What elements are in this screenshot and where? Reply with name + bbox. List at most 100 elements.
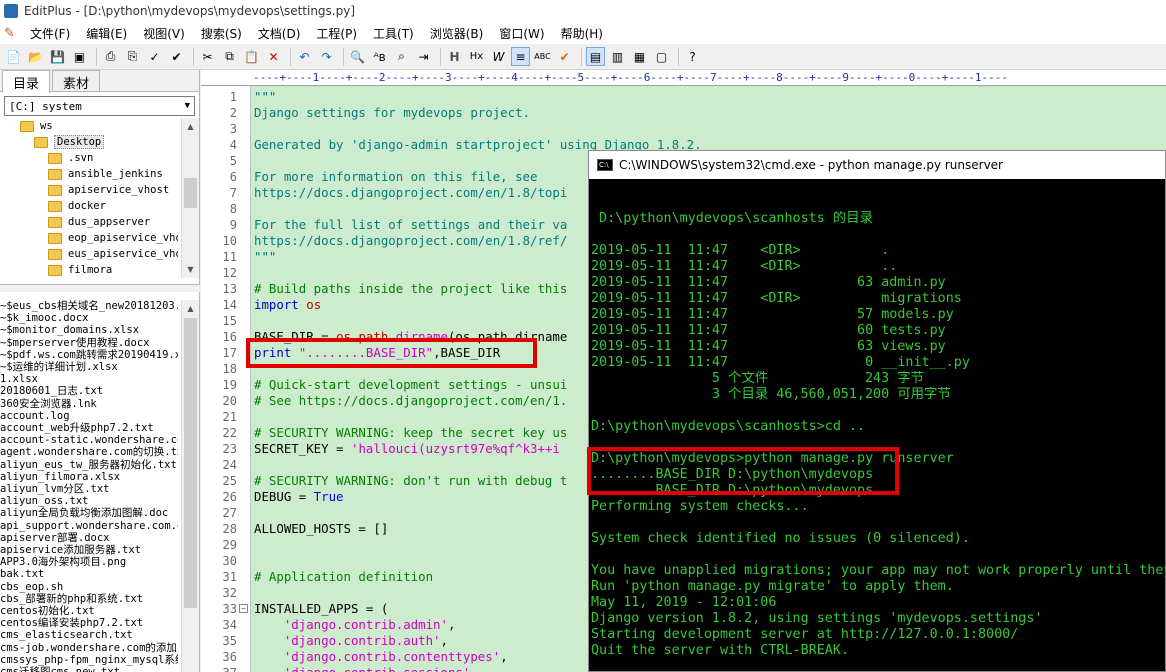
drive-dropdown[interactable]: [C:] system ▼ [4, 96, 195, 116]
tree-item[interactable]: dus_appserver [0, 214, 178, 230]
fold-toggle-icon[interactable]: − [239, 604, 248, 613]
paste-icon[interactable]: 📋 [242, 47, 261, 66]
panel-splitter[interactable] [0, 284, 200, 292]
find-in-files-icon[interactable]: ⌕ [392, 47, 411, 66]
file-list-item[interactable]: aliyun_eus_tw_服务器初始化.txt [0, 459, 178, 471]
menu-help[interactable]: 帮助(H) [553, 25, 611, 42]
file-list-item[interactable]: api_support.wondershare.com.ol [0, 520, 178, 532]
help-icon[interactable]: ? [683, 47, 702, 66]
menu-document[interactable]: 文档(D) [250, 25, 309, 42]
tree-item[interactable]: .svn [0, 150, 178, 166]
cmd-title-bar[interactable]: C:\ C:\WINDOWS\system32\cmd.exe - python… [589, 151, 1165, 179]
file-list-item[interactable]: ~$eus_cbs相关域名_new20181203. [0, 300, 178, 312]
menu-project[interactable]: 工程(P) [308, 25, 365, 42]
file-list-item[interactable]: cms-job.wondershare.com的添加 [0, 642, 178, 654]
output-window-icon[interactable]: ▦ [630, 47, 649, 66]
scroll-up-icon[interactable]: ▲ [182, 300, 199, 317]
tab-cliptext[interactable]: 素材 [52, 70, 101, 92]
tab-directory[interactable]: 目录 [2, 70, 51, 93]
file-list-item[interactable]: account_web升级php7.2.txt [0, 422, 178, 434]
tree-item[interactable]: filmora [0, 262, 178, 278]
scroll-down-icon[interactable]: ▼ [182, 261, 199, 278]
tree-item[interactable]: Desktop [0, 134, 178, 150]
directory-window-icon[interactable]: ▤ [586, 47, 605, 66]
goto-line-icon[interactable]: ⇥ [414, 47, 433, 66]
file-list-item[interactable]: ~$运维的详细计划.xlsx [0, 361, 178, 373]
file-list-item[interactable]: apiserver部署.docx [0, 532, 178, 544]
replace-icon[interactable]: ᴬʙ [370, 47, 389, 66]
tree-item[interactable]: eop_apiservice_vhost. [0, 230, 178, 246]
scroll-thumb[interactable] [184, 178, 197, 208]
spell-check-icon[interactable]: ✓ [145, 47, 164, 66]
file-list-item[interactable]: aliyun全局负载均衡添加图解.doc [0, 507, 178, 519]
check-icon[interactable]: ✔ [555, 47, 574, 66]
file-list-item[interactable]: 20180601_日志.txt [0, 385, 178, 397]
file-list-item[interactable]: centos初始化.txt [0, 605, 178, 617]
scroll-up-icon[interactable]: ▲ [182, 118, 199, 135]
tree-item[interactable]: eus_apiservice_vhost. [0, 246, 178, 262]
word-wrap-icon[interactable]: W [489, 47, 508, 66]
menu-file[interactable]: 文件(F) [22, 25, 78, 42]
cmd-window[interactable]: C:\ C:\WINDOWS\system32\cmd.exe - python… [587, 150, 1166, 672]
cmd-output-line [591, 403, 1165, 419]
print-icon[interactable]: ⎙ [101, 47, 120, 66]
menu-view[interactable]: 视图(V) [135, 25, 193, 42]
file-list-item[interactable]: cmssys_php-fpm_nginx_mysql系统 [0, 654, 178, 666]
menu-tools[interactable]: 工具(T) [365, 25, 422, 42]
file-list-item[interactable]: cbs_部署新的php和系统.txt [0, 593, 178, 605]
file-list-item[interactable]: APP3.0海外架构项目.png [0, 556, 178, 568]
ruler-toggle-icon[interactable]: ≡ [511, 47, 530, 66]
clip-window-icon[interactable]: ▥ [608, 47, 627, 66]
file-list-scrollbar[interactable]: ▲ [181, 300, 199, 672]
file-list-item[interactable]: ~$monitor_domains.xlsx [0, 324, 178, 336]
tree-item[interactable]: docker [0, 198, 178, 214]
abc-icon[interactable]: ABC [533, 47, 552, 66]
scroll-thumb[interactable] [184, 318, 197, 608]
tree-item[interactable]: ws [0, 118, 178, 134]
hex-icon[interactable]: Hx [467, 47, 486, 66]
file-list-item[interactable]: cms_elasticsearch.txt [0, 629, 178, 641]
menu-browser[interactable]: 浏览器(B) [422, 25, 492, 42]
tree-item[interactable]: ansible_jenkins [0, 166, 178, 182]
open-file-icon[interactable]: 📂 [26, 47, 45, 66]
find-icon[interactable]: 🔍 [348, 47, 367, 66]
menu-edit[interactable]: 编辑(E) [78, 25, 135, 42]
file-list-item[interactable]: 1.xlsx [0, 373, 178, 385]
line-number: 33 [222, 602, 237, 616]
folder-tree: ws Desktop .svn ansible_jenkins apiservice_v… [0, 118, 178, 278]
file-list-item[interactable]: aliyun_oss.txt [0, 495, 178, 507]
line-number: 22 [222, 426, 237, 440]
print-preview-icon[interactable]: ⎘ [123, 47, 142, 66]
file-list-item[interactable]: aliyun_filmora.xlsx [0, 471, 178, 483]
tree-item[interactable]: apiservice_vhost [0, 182, 178, 198]
file-list-item[interactable]: cbs_eop.sh [0, 581, 178, 593]
file-list-item[interactable]: account.log [0, 410, 178, 422]
cut-icon[interactable]: ✂ [198, 47, 217, 66]
heading-icon[interactable]: H [445, 47, 464, 66]
save-all-icon[interactable]: ▣ [70, 47, 89, 66]
file-list-item[interactable]: aliyun_lvm分区.txt [0, 483, 178, 495]
file-list-item[interactable]: cms迁移图cms_new.txt [0, 666, 178, 672]
save-icon[interactable]: 💾 [48, 47, 67, 66]
menu-window[interactable]: 窗口(W) [491, 25, 552, 42]
file-list-item[interactable]: 360安全浏览器.lnk [0, 398, 178, 410]
redo-icon[interactable]: ↷ [317, 47, 336, 66]
cmd-output-line: 3 个目录 46,560,051,200 可用字节 [591, 387, 951, 402]
code-text: # Application definition [254, 569, 434, 584]
file-list-item[interactable]: bak.txt [0, 568, 178, 580]
menu-search[interactable]: 搜索(S) [193, 25, 250, 42]
folder-tree-scrollbar[interactable]: ▲ ▼ [181, 118, 199, 278]
file-list-item[interactable]: ~$k_imooc.docx [0, 312, 178, 324]
file-list-item[interactable]: apiservice添加服务器.txt [0, 544, 178, 556]
file-list-item[interactable]: agent.wondershare.com的切换.tx [0, 446, 178, 458]
fullscreen-icon[interactable]: ▢ [652, 47, 671, 66]
file-list-item[interactable]: account-static.wondershare.com [0, 434, 178, 446]
checkmark-icon[interactable]: ✔ [167, 47, 186, 66]
file-list-item[interactable]: ~$pdf.ws.com跳转需求20190419.x [0, 349, 178, 361]
copy-icon[interactable]: ⧉ [220, 47, 239, 66]
file-list-item[interactable]: ~$mperserver使用教程.docx [0, 337, 178, 349]
delete-icon[interactable]: ✕ [264, 47, 283, 66]
new-file-icon[interactable]: 📄 [4, 47, 23, 66]
file-list-item[interactable]: centos编译安装php7.2.txt [0, 617, 178, 629]
undo-icon[interactable]: ↶ [295, 47, 314, 66]
